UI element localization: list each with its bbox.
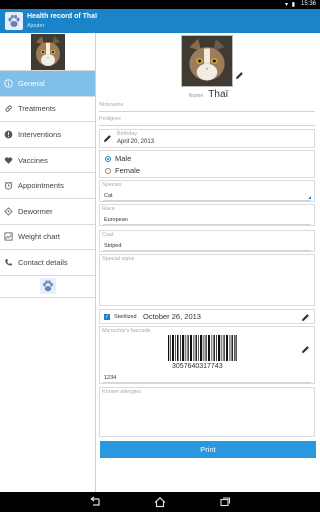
coat-underline <box>103 250 311 251</box>
coat-label: Coat <box>102 232 114 238</box>
sidebar-item-weight-chart[interactable]: Weight chart <box>0 225 95 251</box>
sidebar: General Treatments Interventions Vaccine… <box>0 33 96 492</box>
known-allergies-label: Known allergies <box>102 389 141 395</box>
nickname-label: Nickname <box>99 102 124 108</box>
sterilized-checkbox[interactable]: ✓ <box>104 314 110 320</box>
cat-photo <box>182 36 232 86</box>
species-value: Cat <box>104 193 113 199</box>
species-dropdown[interactable]: Species Cat <box>99 180 315 202</box>
pedigree-field[interactable]: Pedigree <box>99 116 315 126</box>
home-icon[interactable] <box>153 495 167 509</box>
sidebar-item-label: Treatments <box>18 104 56 114</box>
female-radio[interactable] <box>105 168 111 174</box>
alarm-icon <box>4 181 13 190</box>
race-underline <box>103 224 311 225</box>
name-field[interactable]: Name Thaï <box>97 89 320 100</box>
status-bar: ▾ ▮ 15:36 <box>0 0 320 9</box>
sidebar-item-label: Contact details <box>18 257 68 267</box>
navigation-bar <box>0 492 320 512</box>
known-allergies-field[interactable]: Known allergies <box>99 387 315 437</box>
edit-sterilized-pencil-icon[interactable] <box>301 313 310 324</box>
barcode-number: 3057640317743 <box>172 363 223 370</box>
microchip-value: 1234 <box>104 375 117 381</box>
birthday-field[interactable]: Birthday April 20, 2013 <box>99 129 315 148</box>
alert-icon <box>4 130 13 139</box>
name-label: Name <box>188 93 204 99</box>
edit-birthday-pencil-icon[interactable] <box>103 134 112 145</box>
special-signs-label: Special signs <box>102 256 135 262</box>
diamond-icon <box>4 207 13 216</box>
dropdown-arrow-icon <box>308 196 311 199</box>
sidebar-paw-row <box>0 276 95 298</box>
back-icon[interactable] <box>88 495 102 509</box>
sidebar-item-label: Dewormer <box>18 206 53 216</box>
birthday-value: April 20, 2013 <box>117 139 155 145</box>
paw-icon <box>39 278 56 295</box>
name-value: Thaï <box>208 89 229 100</box>
male-radio[interactable] <box>105 156 111 162</box>
sidebar-item-vaccines[interactable]: Vaccines <box>0 148 95 174</box>
race-field[interactable]: Race European <box>99 204 315 226</box>
coat-value: Striped <box>104 243 122 249</box>
coat-field[interactable]: Coat Striped <box>99 230 315 252</box>
action-bar-subtitle: Ajouter <box>27 23 45 29</box>
sidebar-item-contact-details[interactable]: Contact details <box>0 250 95 276</box>
birthday-label: Birthday <box>117 131 138 137</box>
status-time: 15:36 <box>300 1 316 7</box>
male-radio-label: Male <box>115 154 132 163</box>
pill-icon <box>4 104 13 113</box>
sidebar-item-label: General <box>18 78 45 88</box>
race-value: European <box>104 217 128 223</box>
sidebar-item-label: Appointments <box>18 181 64 191</box>
pedigree-label: Pedigree <box>99 116 122 122</box>
sidebar-menu: General Treatments Interventions Vaccine… <box>0 71 95 276</box>
sidebar-item-label: Vaccines <box>18 155 48 165</box>
recent-apps-icon[interactable] <box>218 495 232 509</box>
sidebar-item-appointments[interactable]: Appointments <box>0 173 95 199</box>
chart-icon <box>4 232 13 241</box>
sterilized-row: ✓ Sterilized October 26, 2013 <box>99 309 315 324</box>
sidebar-item-treatments[interactable]: Treatments <box>0 97 95 123</box>
nickname-field[interactable]: Nickname <box>99 102 315 112</box>
sidebar-item-label: Interventions <box>18 129 61 139</box>
race-label: Race <box>102 206 115 212</box>
gender-radio-group: Male Female <box>99 150 315 178</box>
cat-photo-thumbnail <box>30 33 65 70</box>
sidebar-item-interventions[interactable]: Interventions <box>0 122 95 148</box>
sidebar-item-dewormer[interactable]: Dewormer <box>0 199 95 225</box>
microchip-field[interactable]: Microchip's barcode 3057640317743 1234 <box>99 326 315 384</box>
sterilized-label: Sterilized <box>114 314 137 320</box>
sterilized-date[interactable]: October 26, 2013 <box>143 312 201 321</box>
sidebar-item-label: Weight chart <box>18 232 60 242</box>
sidebar-pet-photo <box>0 33 95 71</box>
edit-microchip-pencil-icon[interactable] <box>301 345 310 356</box>
special-signs-field[interactable]: Special signs <box>99 254 315 306</box>
microchip-label: Microchip's barcode <box>102 328 151 334</box>
heart-icon <box>4 156 13 165</box>
female-radio-label: Female <box>115 166 141 175</box>
status-icons: ▾ ▮ <box>285 2 296 8</box>
general-form: Name Thaï Nickname Pedigree Birthday Apr… <box>97 33 320 492</box>
pet-photo[interactable] <box>181 35 233 87</box>
action-bar-title: Health record of Thaï <box>27 13 98 20</box>
paw-app-icon[interactable] <box>5 12 23 30</box>
action-bar: Health record of Thaï Ajouter <box>0 9 320 33</box>
sidebar-item-general[interactable]: General <box>0 71 95 97</box>
species-underline <box>103 200 311 201</box>
print-button[interactable]: Print <box>100 441 316 458</box>
edit-photo-pencil-icon[interactable] <box>235 71 244 80</box>
info-icon <box>4 79 13 88</box>
species-label: Species <box>102 182 122 188</box>
barcode-image <box>168 335 237 361</box>
microchip-underline <box>103 382 311 383</box>
phone-icon <box>4 258 13 267</box>
